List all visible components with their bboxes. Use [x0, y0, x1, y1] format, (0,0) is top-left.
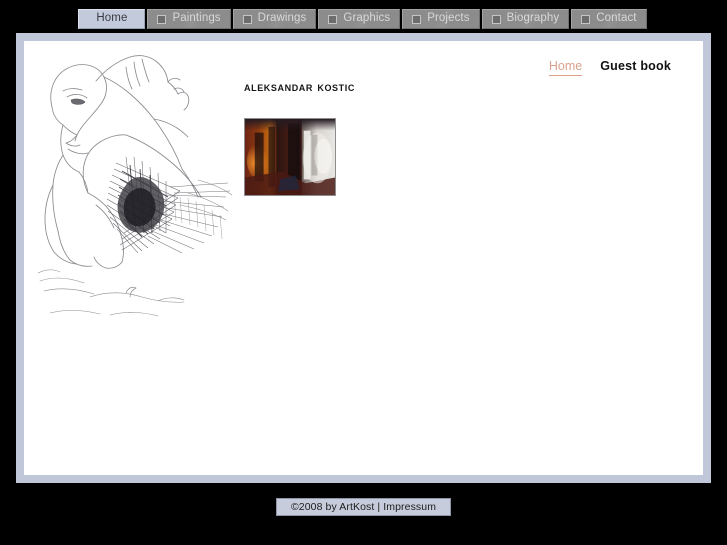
footer-impressum-link[interactable]: Impressum	[383, 501, 436, 513]
nav-tab-home[interactable]: Home	[78, 9, 146, 29]
nav-tab-biography[interactable]: Biography	[481, 9, 570, 29]
pencil-sketch-figure	[37, 55, 233, 317]
footer-bar: ©2008 by ArtKost | Impressum	[275, 498, 452, 516]
thumbnail-gallery	[244, 118, 674, 196]
square-icon	[581, 14, 591, 24]
nav-tab-contact[interactable]: Contact	[571, 9, 647, 29]
nav-tab-graphics[interactable]: Graphics	[318, 9, 401, 29]
nav-tab-label: Graphics	[343, 12, 391, 25]
page-content: Home Guest book Aleksandar Kostic	[24, 41, 703, 475]
nav-tab-label: Biography	[506, 12, 560, 25]
square-icon	[412, 14, 422, 24]
square-icon	[328, 14, 338, 24]
utility-link-home[interactable]: Home	[548, 59, 583, 76]
footer-copyright: ©2008 by ArtKost	[290, 501, 375, 513]
nav-tab-label: Drawings	[257, 12, 307, 25]
thumbnail-abstract-painting[interactable]	[244, 118, 336, 196]
square-icon	[157, 14, 167, 24]
square-icon	[491, 14, 501, 24]
page-title: Aleksandar Kostic	[244, 79, 355, 94]
abstract-painting-image	[245, 119, 335, 195]
nav-tab-drawings[interactable]: Drawings	[232, 9, 317, 29]
nav-tab-projects[interactable]: Projects	[402, 9, 480, 29]
footer: ©2008 by ArtKost | Impressum	[0, 498, 727, 516]
nav-tab-label: Paintings	[172, 12, 221, 25]
nav-tab-label: Projects	[427, 12, 470, 25]
footer-separator: |	[377, 501, 381, 513]
nav-tab-label: Home	[96, 12, 128, 25]
square-icon	[242, 14, 252, 24]
utility-navigation: Home Guest book	[548, 59, 671, 76]
page-frame: Home Guest book Aleksandar Kostic	[16, 33, 711, 483]
utility-link-guest-book[interactable]: Guest book	[600, 59, 671, 73]
nav-tab-label: Contact	[596, 12, 637, 25]
nav-tab-paintings[interactable]: Paintings	[147, 9, 231, 29]
main-content: Aleksandar Kostic	[244, 79, 674, 196]
